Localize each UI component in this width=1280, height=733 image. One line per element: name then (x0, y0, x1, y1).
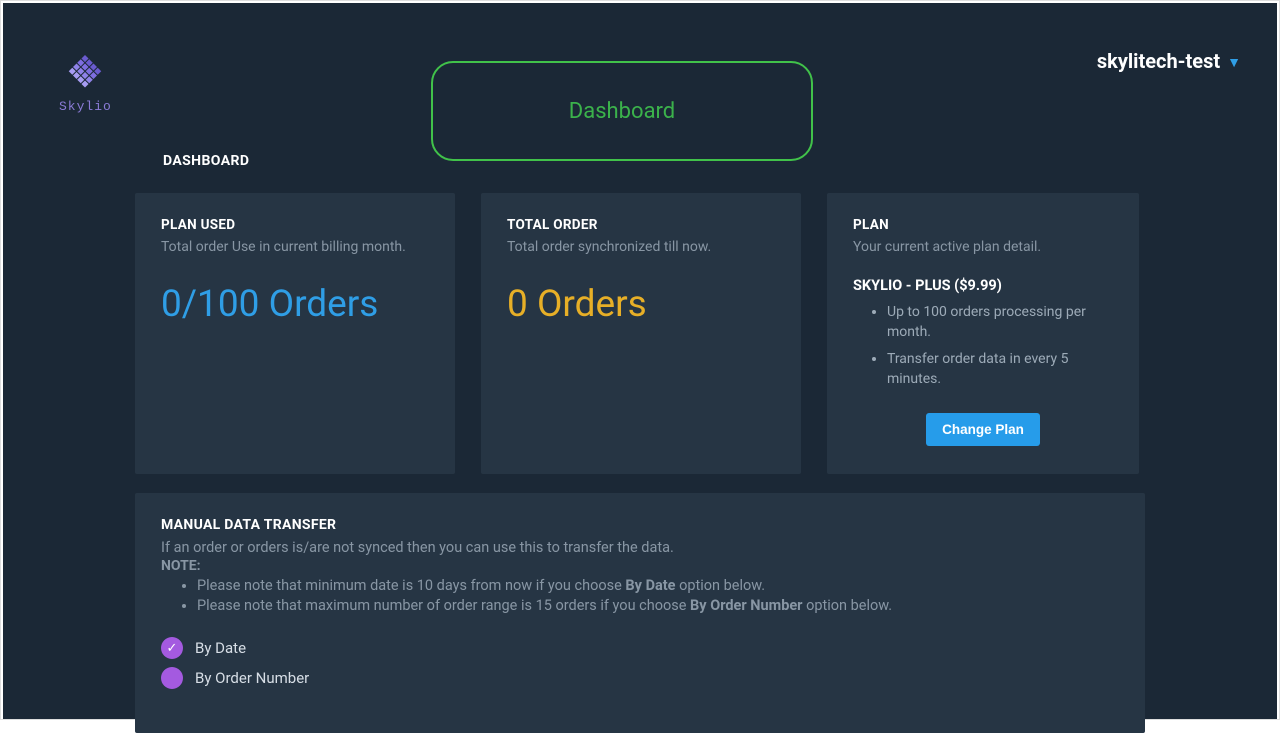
card-subtitle: Your current active plan detail. (853, 239, 1113, 255)
plan-used-value: 0/100 Orders (161, 283, 429, 326)
brand-logo: Skylio (59, 51, 112, 114)
note-label: NOTE: (161, 558, 1119, 574)
account-name: skylitech-test (1097, 49, 1220, 73)
card-plan: PLAN Your current active plan detail. SK… (827, 193, 1139, 474)
card-subtitle: Total order synchronized till now. (507, 239, 775, 255)
change-plan-button[interactable]: Change Plan (926, 413, 1040, 446)
card-title: PLAN (853, 217, 1113, 233)
plan-name: SKYLIO - PLUS ($9.99) (853, 277, 1113, 294)
account-dropdown[interactable]: skylitech-test ▼ (1097, 49, 1241, 73)
page-title: Dashboard (569, 99, 675, 124)
card-title: PLAN USED (161, 217, 429, 233)
plan-feature: Up to 100 orders processing per month. (887, 302, 1113, 343)
skylio-icon (64, 51, 106, 93)
radio-by-date[interactable]: ✓ By Date (161, 637, 1119, 659)
note-item: Please note that minimum date is 10 days… (197, 576, 1119, 596)
radio-label: By Order Number (195, 669, 309, 687)
card-total-order: TOTAL ORDER Total order synchronized til… (481, 193, 801, 474)
chevron-down-icon: ▼ (1227, 55, 1241, 71)
radio-by-order-number[interactable]: By Order Number (161, 667, 1119, 689)
breadcrumb: DASHBOARD (163, 153, 249, 169)
card-subtitle: Total order Use in current billing month… (161, 239, 429, 255)
radio-label: By Date (195, 639, 246, 657)
card-plan-used: PLAN USED Total order Use in current bil… (135, 193, 455, 474)
plan-feature: Transfer order data in every 5 minutes. (887, 349, 1113, 390)
manual-transfer-panel: MANUAL DATA TRANSFER If an order or orde… (135, 493, 1145, 733)
note-item: Please note that maximum number of order… (197, 596, 1119, 616)
brand-name: Skylio (59, 99, 112, 114)
card-title: TOTAL ORDER (507, 217, 775, 233)
radio-icon (161, 667, 183, 689)
page-title-pill: Dashboard (431, 61, 813, 161)
total-order-value: 0 Orders (507, 283, 775, 326)
panel-title: MANUAL DATA TRANSFER (161, 517, 1119, 533)
panel-description: If an order or orders is/are not synced … (161, 539, 1119, 556)
radio-icon-selected: ✓ (161, 637, 183, 659)
